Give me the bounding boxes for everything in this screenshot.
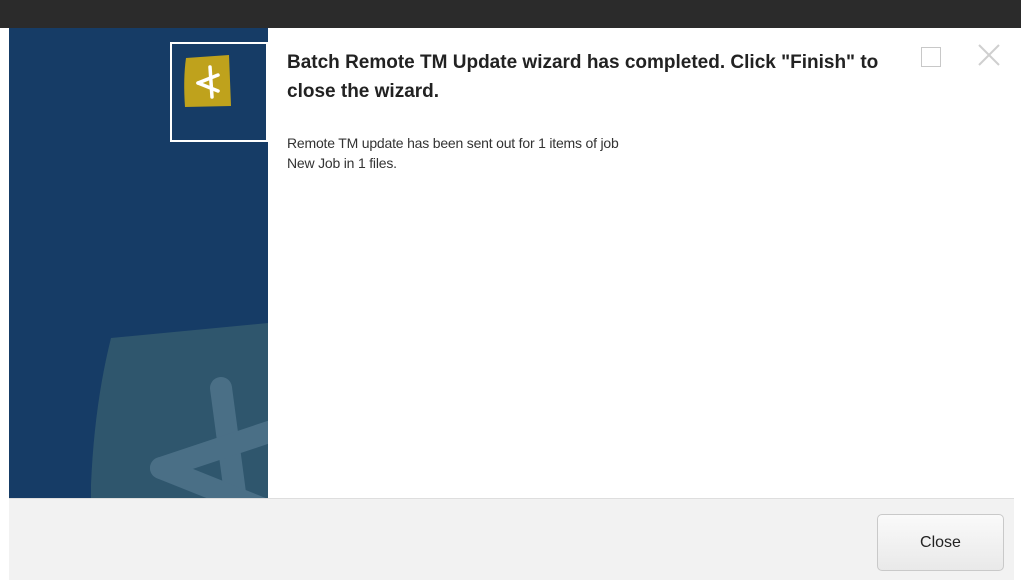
dialog-footer: Close <box>9 498 1014 580</box>
window-frame-bottom <box>0 580 1021 586</box>
maximize-icon[interactable] <box>921 47 941 67</box>
close-button[interactable]: Close <box>877 514 1004 571</box>
completion-heading: Batch Remote TM Update wizard has comple… <box>287 52 879 102</box>
product-logo-icon <box>184 55 231 107</box>
product-logo-frame <box>170 42 268 142</box>
window-frame-left <box>0 28 9 586</box>
window-frame-right <box>1014 28 1021 586</box>
wizard-content: Batch Remote TM Update wizard has comple… <box>268 28 1014 498</box>
banner-watermark-logo <box>91 323 268 498</box>
completion-message-line-2: New Job in 1 files. <box>287 155 397 171</box>
wizard-dialog: Batch Remote TM Update wizard has comple… <box>0 0 1021 586</box>
title-bar[interactable] <box>0 0 1021 28</box>
close-icon[interactable] <box>974 40 1004 70</box>
completion-message-line-1: Remote TM update has been sent out for 1… <box>287 135 619 151</box>
